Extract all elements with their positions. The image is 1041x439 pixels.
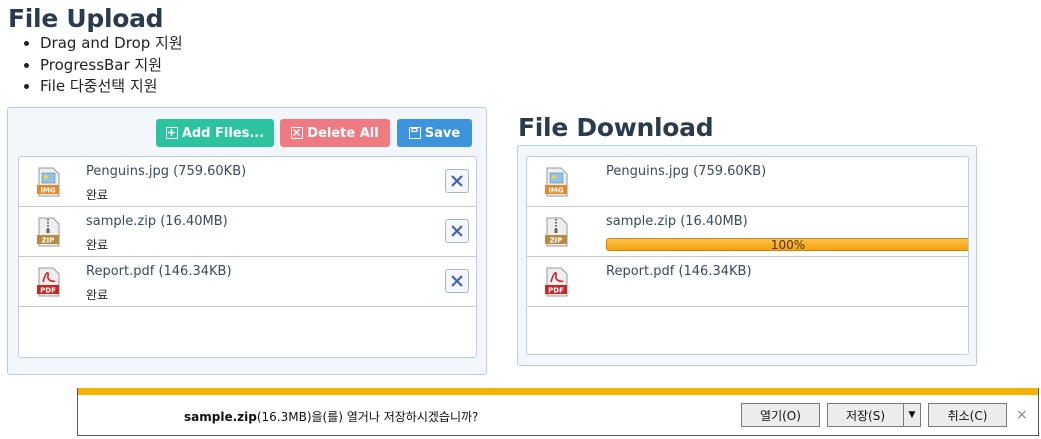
save-options-dropdown[interactable]: ▼ bbox=[903, 403, 921, 427]
file-status: 완료 bbox=[86, 288, 109, 302]
zip-file-icon: ZIP bbox=[545, 217, 568, 247]
file-name: Penguins.jpg (759.60KB) bbox=[606, 164, 767, 179]
download-file-list[interactable]: IMG Penguins.jpg (759.60KB) ZIP sample.z… bbox=[526, 156, 969, 355]
notification-filename: sample.zip bbox=[184, 410, 257, 424]
upload-file-list[interactable]: IMG Penguins.jpg (759.60KB) 완료 ZIP sampl… bbox=[18, 156, 477, 358]
file-status: 완료 bbox=[86, 238, 109, 252]
notification-accent-strip bbox=[78, 388, 1038, 395]
feature-list: Drag and Drop 지원 ProgressBar 지원 File 다중선… bbox=[12, 33, 183, 98]
cancel-button[interactable]: 취소(C) bbox=[928, 403, 1007, 427]
download-progress-bar: 100% bbox=[606, 238, 968, 251]
file-status: 완료 bbox=[86, 188, 109, 202]
notification-message-text: (16.3MB)을(를) 열거나 저장하시겠습니까? bbox=[256, 410, 479, 424]
chevron-down-icon: ▼ bbox=[908, 410, 916, 420]
pdf-file-icon: PDF bbox=[545, 267, 568, 297]
notification-message: sample.zip(16.3MB)을(를) 열거나 저장하시겠습니까? bbox=[184, 408, 478, 425]
remove-file-button[interactable] bbox=[445, 269, 469, 293]
save-download-button[interactable]: 저장(S) bbox=[827, 403, 904, 427]
delete-all-label: Delete All bbox=[307, 125, 379, 141]
upload-panel[interactable]: Add Files... Delete All Save IMG Penguin… bbox=[7, 107, 487, 375]
svg-text:ZIP: ZIP bbox=[550, 237, 563, 245]
file-name: Report.pdf (146.34KB) bbox=[606, 264, 752, 279]
close-icon bbox=[451, 175, 463, 187]
save-button[interactable]: Save bbox=[397, 119, 472, 147]
upload-file-row: IMG Penguins.jpg (759.60KB) 완료 bbox=[19, 157, 476, 207]
image-file-icon: IMG bbox=[545, 167, 568, 197]
close-icon bbox=[451, 225, 463, 237]
close-notification-icon[interactable]: × bbox=[1016, 407, 1028, 423]
download-panel: IMG Penguins.jpg (759.60KB) ZIP sample.z… bbox=[517, 145, 977, 366]
upload-title: File Upload bbox=[8, 4, 164, 33]
upload-file-row: ZIP sample.zip (16.40MB) 완료 bbox=[19, 207, 476, 257]
svg-text:IMG: IMG bbox=[548, 187, 564, 195]
close-icon bbox=[451, 275, 463, 287]
svg-text:ZIP: ZIP bbox=[42, 237, 55, 245]
feature-item: File 다중선택 지원 bbox=[40, 76, 183, 98]
file-name: sample.zip (16.40MB) bbox=[86, 214, 228, 229]
delete-all-button[interactable]: Delete All bbox=[280, 119, 390, 147]
file-name: sample.zip (16.40MB) bbox=[606, 214, 748, 229]
feature-item: ProgressBar 지원 bbox=[40, 55, 183, 77]
save-label: Save bbox=[424, 125, 461, 141]
plus-icon bbox=[165, 127, 178, 139]
svg-text:IMG: IMG bbox=[40, 187, 56, 195]
file-name: Report.pdf (146.34KB) bbox=[86, 264, 232, 279]
download-file-row[interactable]: ZIP sample.zip (16.40MB) 100% bbox=[527, 207, 968, 257]
upload-file-row: PDF Report.pdf (146.34KB) 완료 bbox=[19, 257, 476, 307]
add-files-button[interactable]: Add Files... bbox=[156, 119, 274, 147]
download-file-row[interactable]: PDF Report.pdf (146.34KB) bbox=[527, 257, 968, 307]
download-notification-bar: sample.zip(16.3MB)을(를) 열거나 저장하시겠습니까? 열기(… bbox=[77, 388, 1039, 436]
zip-file-icon: ZIP bbox=[37, 217, 60, 247]
add-files-label: Add Files... bbox=[181, 125, 265, 141]
file-name: Penguins.jpg (759.60KB) bbox=[86, 164, 247, 179]
download-title: File Download bbox=[518, 113, 714, 142]
remove-file-button[interactable] bbox=[445, 219, 469, 243]
download-file-row[interactable]: IMG Penguins.jpg (759.60KB) bbox=[527, 157, 968, 207]
delete-icon bbox=[291, 127, 304, 139]
pdf-file-icon: PDF bbox=[37, 267, 60, 297]
remove-file-button[interactable] bbox=[445, 169, 469, 193]
feature-item: Drag and Drop 지원 bbox=[40, 33, 183, 55]
svg-text:PDF: PDF bbox=[548, 287, 564, 295]
svg-text:PDF: PDF bbox=[40, 287, 56, 295]
image-file-icon: IMG bbox=[37, 167, 60, 197]
floppy-disk-icon bbox=[408, 127, 421, 139]
open-button[interactable]: 열기(O) bbox=[741, 403, 820, 427]
